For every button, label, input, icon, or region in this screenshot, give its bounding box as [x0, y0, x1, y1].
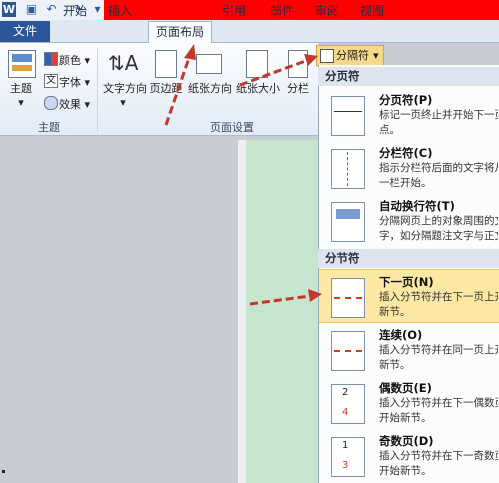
annotation-arrow-to-next-page — [249, 289, 322, 306]
annotation-arrows — [164, 44, 322, 306]
annotation-arrow-to-page-layout — [164, 44, 196, 126]
annotation-arrow-to-breaks — [239, 54, 318, 87]
